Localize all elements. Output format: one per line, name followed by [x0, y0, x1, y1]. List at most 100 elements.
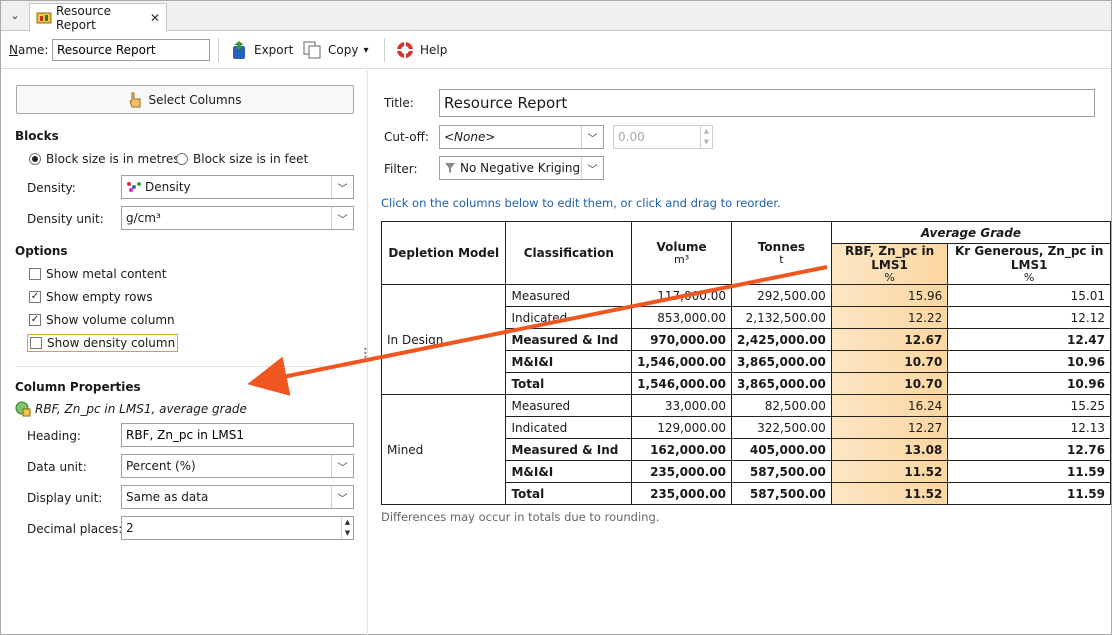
- select-columns-button[interactable]: Select Columns: [16, 85, 354, 114]
- rbf-cell: 12.67: [830, 328, 949, 351]
- kr-cell: 15.25: [947, 394, 1111, 417]
- tab-title: Resource Report: [56, 4, 112, 32]
- chevron-down-icon: ﹀: [581, 126, 603, 148]
- kr-cell: 12.13: [947, 416, 1111, 439]
- table-row: In Design Measured 117,000.00 292,500.00 15.…: [380, 284, 1111, 395]
- tonnes-cell: 405,000.00: [731, 438, 832, 461]
- decimal-places-stepper[interactable]: 2 ▲ ▼: [121, 516, 354, 540]
- rbf-cell: 12.22: [830, 306, 949, 329]
- tab-strip: ⌄ Resource Report ✕: [1, 1, 1111, 32]
- tonnes-cell: 587,500.00: [731, 460, 832, 483]
- density-label: Density:: [27, 181, 76, 195]
- cutoff-value-stepper[interactable]: 0.00 ▲ ▼: [613, 125, 713, 149]
- tonnes-cell: 292,500.00: [731, 284, 832, 307]
- checkbox-show-metal[interactable]: Show metal content: [29, 267, 166, 281]
- header-classification[interactable]: Classification: [505, 221, 633, 285]
- header-kr-generous[interactable]: Kr Generous, Zn_pc in LMS1%: [947, 243, 1111, 285]
- check-icon: ✓: [29, 314, 41, 326]
- radio-block-feet[interactable]: Block size is in feet: [176, 152, 308, 166]
- radio-block-metres[interactable]: Block size is in metres: [29, 152, 180, 166]
- volume-cell: 1,546,000.00: [631, 350, 732, 373]
- left-panel: Select Columns Blocks Block size is in m…: [1, 70, 368, 635]
- tonnes-cell: 587,500.00: [731, 482, 832, 505]
- rbf-cell: 10.70: [830, 350, 949, 373]
- title-label: Title:: [384, 96, 414, 110]
- chevron-down-icon: ﹀: [331, 176, 353, 198]
- data-unit-select[interactable]: Percent (%) ﹀: [121, 454, 354, 478]
- stepper-arrows-icon[interactable]: ▲ ▼: [700, 126, 712, 148]
- copy-icon: [303, 41, 321, 59]
- copy-button[interactable]: Copy ▾: [303, 38, 368, 62]
- title-input[interactable]: Resource Report: [439, 89, 1095, 117]
- classification-cell: Measured & Ind: [505, 438, 633, 461]
- classification-cell: Measured & Ind: [505, 328, 633, 351]
- kr-cell: 10.96: [947, 372, 1111, 395]
- chevron-down-icon: ﹀: [331, 207, 353, 229]
- blocks-section-title: Blocks: [15, 129, 59, 143]
- cutoff-select[interactable]: <None> ﹀: [439, 125, 604, 149]
- header-depletion-model[interactable]: Depletion Model: [380, 221, 507, 285]
- column-properties-title: Column Properties: [15, 380, 141, 394]
- chevron-down-icon: ﹀: [331, 455, 353, 477]
- decimal-places-label: Decimal places:: [27, 522, 123, 536]
- tonnes-cell: 2,132,500.00: [731, 306, 832, 329]
- header-tonnes[interactable]: Tonnes t: [731, 221, 832, 285]
- checkbox-show-empty-rows[interactable]: ✓ Show empty rows: [29, 290, 153, 304]
- instruction-hint: Click on the columns below to edit them,…: [381, 196, 781, 210]
- kr-cell: 11.59: [947, 482, 1111, 505]
- rounding-footnote: Differences may occur in totals due to r…: [381, 510, 660, 524]
- name-input[interactable]: [52, 39, 210, 61]
- grade-column-icon: [15, 401, 31, 417]
- panel-splitter-handle[interactable]: • • •: [363, 346, 368, 362]
- heading-input[interactable]: [121, 423, 354, 447]
- header-rbf[interactable]: RBF, Zn_pc in LMS1%: [830, 243, 949, 285]
- stepper-arrows-icon[interactable]: ▲ ▼: [341, 517, 353, 539]
- display-unit-label: Display unit:: [27, 491, 103, 505]
- checkbox-show-density[interactable]: Show density column: [27, 334, 179, 352]
- tonnes-cell: 3,865,000.00: [731, 350, 832, 373]
- density-select[interactable]: Density ﹀: [121, 175, 354, 199]
- rbf-cell: 15.96: [830, 284, 949, 307]
- kr-cell: 12.12: [947, 306, 1111, 329]
- checkbox-box: [29, 268, 41, 280]
- filter-select[interactable]: No Negative Kriging ﹀: [439, 156, 604, 180]
- checkbox-show-volume[interactable]: ✓ Show volume column: [29, 313, 175, 327]
- depletion-model-cell: In Design: [380, 284, 507, 395]
- rbf-cell: 10.70: [830, 372, 949, 395]
- hand-pointer-icon: [129, 92, 141, 107]
- density-unit-select[interactable]: g/cm³ ﹀: [121, 206, 354, 230]
- resource-report-window: ⌄ Resource Report ✕ Name: Export Copy ▾ …: [0, 0, 1112, 635]
- kr-cell: 12.76: [947, 438, 1111, 461]
- rbf-cell: 13.08: [830, 438, 949, 461]
- chevron-down-icon: ▾: [363, 44, 369, 56]
- kr-cell: 11.59: [947, 460, 1111, 483]
- lifebuoy-icon: [396, 41, 414, 59]
- export-button[interactable]: Export: [231, 38, 293, 62]
- header-volume[interactable]: Volume m³: [631, 221, 732, 285]
- rbf-cell: 11.52: [830, 460, 949, 483]
- volume-cell: 853,000.00: [631, 306, 732, 329]
- rbf-cell: 11.52: [830, 482, 949, 505]
- toolbar-divider: [384, 38, 385, 62]
- classification-cell: Total: [505, 372, 633, 395]
- radio-indicator: [176, 153, 188, 165]
- display-unit-select[interactable]: Same as data ﹀: [121, 485, 354, 509]
- close-icon[interactable]: ✕: [150, 11, 160, 25]
- chevron-down-icon: ﹀: [331, 486, 353, 508]
- section-divider: [15, 366, 353, 367]
- report-icon: [36, 11, 52, 25]
- name-label: Name:: [9, 43, 49, 57]
- volume-cell: 33,000.00: [631, 394, 732, 417]
- kr-cell: 12.47: [947, 328, 1111, 351]
- funnel-icon: [445, 163, 455, 173]
- checkbox-box: [30, 337, 42, 349]
- check-icon: ✓: [29, 291, 41, 303]
- tab-menu-chevron-icon[interactable]: ⌄: [7, 8, 23, 24]
- tab-resource-report[interactable]: Resource Report ✕: [29, 3, 167, 32]
- classification-cell: Indicated: [505, 416, 633, 439]
- help-button[interactable]: Help: [395, 38, 447, 62]
- toolbar: Name: Export Copy ▾ Help: [1, 32, 1111, 69]
- rbf-cell: 12.27: [830, 416, 949, 439]
- classification-cell: M&I&I: [505, 350, 633, 373]
- tonnes-cell: 2,425,000.00: [731, 328, 832, 351]
